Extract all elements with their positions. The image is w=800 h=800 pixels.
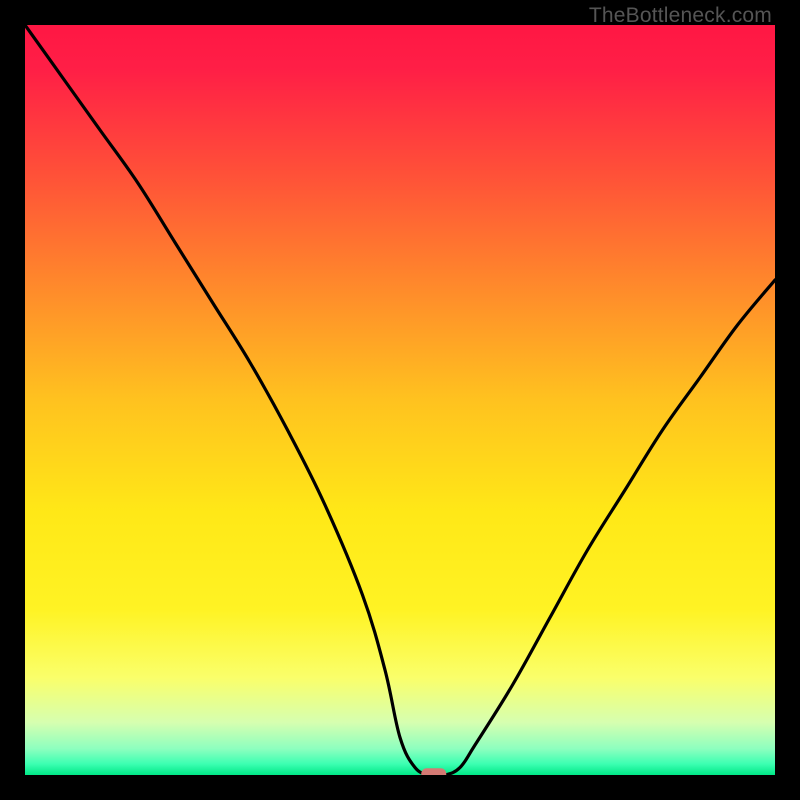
plot-area: [25, 25, 775, 775]
chart-frame: TheBottleneck.com: [0, 0, 800, 800]
bottleneck-chart: [25, 25, 775, 775]
watermark-text: TheBottleneck.com: [589, 4, 772, 28]
optimal-marker: [422, 769, 446, 775]
gradient-background: [25, 25, 775, 775]
